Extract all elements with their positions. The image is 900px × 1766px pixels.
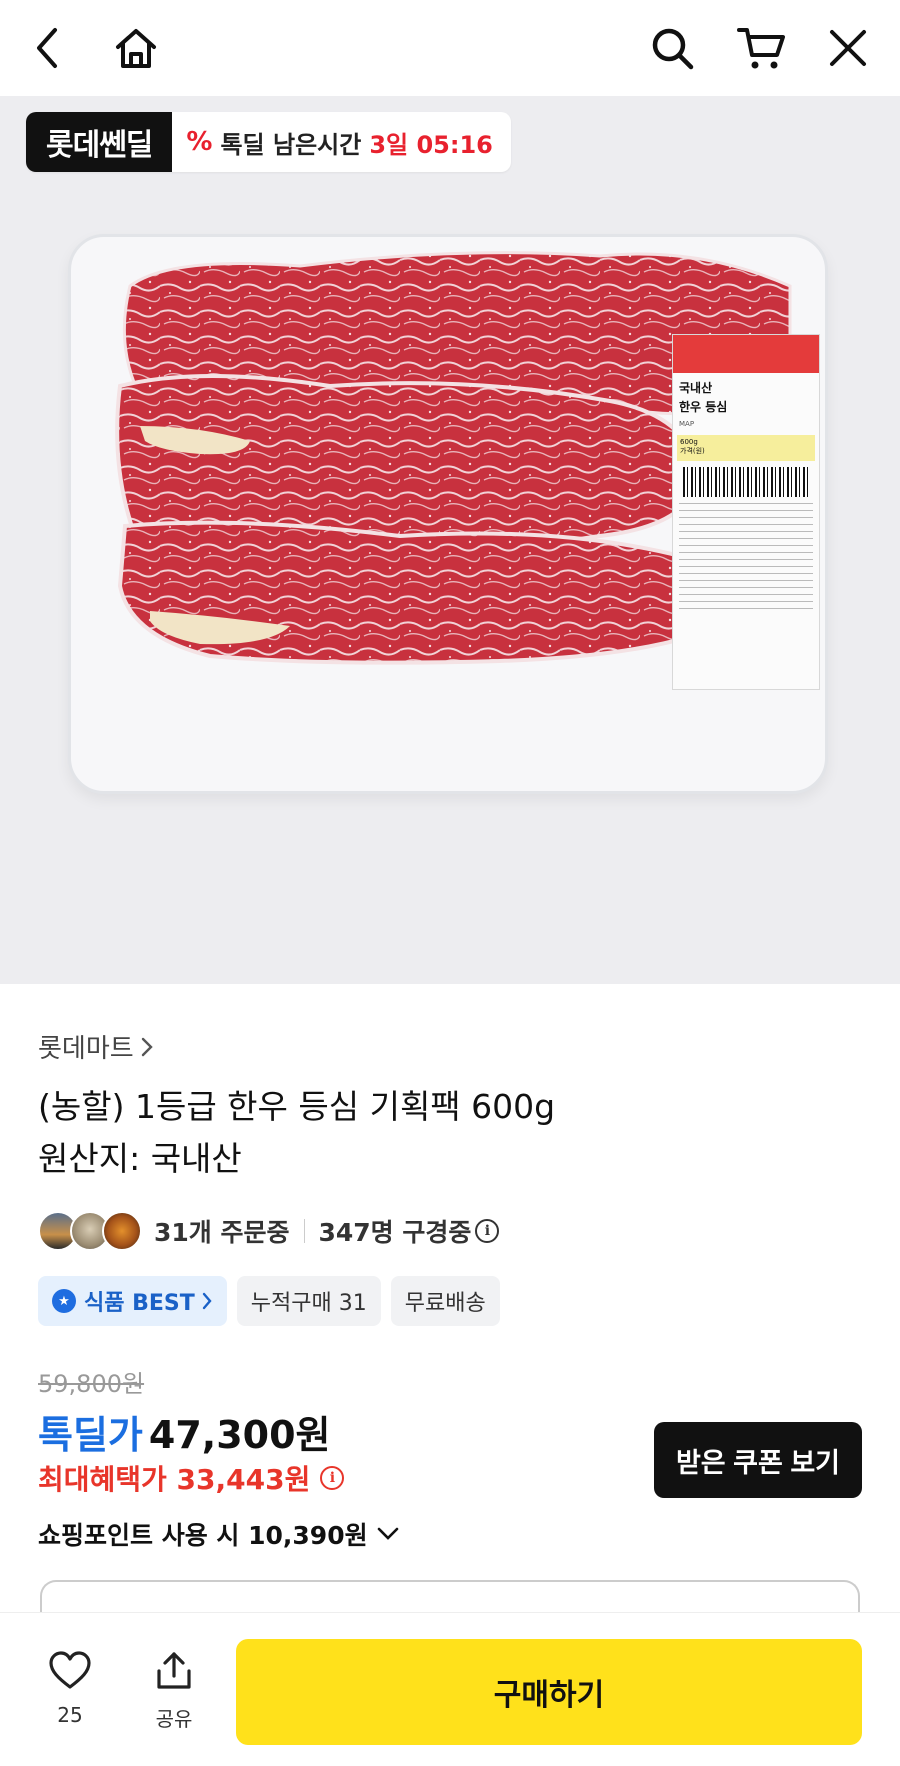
home-button[interactable] [110,22,162,74]
top-nav-bar [0,0,900,96]
product-title: (농할) 1등급 한우 등심 기획팩 600g [38,1087,556,1126]
sticker-price-label: 가격(원) [680,447,705,455]
original-price: 59,800원 [38,1370,145,1398]
buyer-avatars [38,1211,142,1251]
home-icon [116,29,156,68]
deal-price-value: 47,300원 [148,1413,331,1457]
deal-label: 톡딜 남은시간 [220,130,362,159]
avatar [102,1211,142,1251]
origin-line: 원산지: 국내산 [38,1139,242,1178]
cart-button[interactable] [736,22,788,74]
fine-print [679,503,813,613]
badge-icon: ★ [52,1289,76,1313]
food-best-chip[interactable]: ★ 식품 BEST [38,1276,227,1326]
cumulative-purchase-chip: 누적구매 31 [236,1276,381,1326]
chevron-left-icon [37,28,57,68]
search-button[interactable] [646,22,698,74]
share-icon [157,1652,191,1689]
barcode [683,467,809,497]
share-button[interactable]: 공유 [148,1651,200,1732]
deal-countdown: % 톡딜 남은시간 3일 05:16 [172,112,510,172]
close-button[interactable] [822,22,874,74]
shopping-point-dropdown[interactable]: 쇼핑포인트 사용 시 10,390원 [38,1516,400,1552]
shopping-point-text: 쇼핑포인트 사용 시 10,390원 [38,1521,368,1550]
sticker-map: MAP [679,420,695,428]
heart-icon [49,1651,91,1689]
max-benefit-price: 최대혜택가 33,443원 [38,1463,311,1496]
viewers-count: 347명 구경중 [318,1218,472,1247]
cart-icon [737,28,785,69]
deal-price-row: 톡딜가 47,300원 [38,1404,331,1459]
product-sticker-label: 국내산 한우 등심 MAP 600g 가격(원) [672,334,820,690]
like-count: 25 [57,1703,83,1727]
sticker-weight: 600g [680,438,698,446]
bottom-action-bar: 25 공유 구매하기 [0,1612,900,1766]
info-icon[interactable]: i [320,1466,345,1490]
divider [303,1219,305,1243]
badge-chips: ★ 식품 BEST 누적구매 31 무료배송 [38,1276,500,1326]
social-proof: 31개 주문중 347명 구경중 i [38,1210,500,1252]
chevron-down-icon [377,1527,398,1540]
sticker-weight-box: 600g 가격(원) [677,435,815,461]
chevron-right-icon [202,1292,212,1310]
orders-count: 31개 주문중 [154,1218,290,1247]
product-image[interactable]: 국내산 한우 등심 MAP 600g 가격(원) 롯데쎈딜 % 톡딜 남은시간 … [0,96,900,984]
percent-icon: % [186,127,213,157]
deal-logo: 롯데쎈딜 [26,112,173,172]
deal-price-label: 톡딜가 [38,1413,143,1457]
view-coupons-button[interactable]: 받은 쿠폰 보기 [654,1422,862,1498]
like-button[interactable]: 25 [44,1651,96,1727]
chevron-right-icon [141,1037,153,1056]
store-name: 롯데마트 [38,1034,134,1064]
food-best-label: 식품 BEST [84,1291,195,1316]
free-shipping-chip: 무료배송 [390,1276,500,1326]
buy-button[interactable]: 구매하기 [236,1639,862,1745]
info-icon[interactable]: i [475,1219,500,1243]
deal-time: 3일 05:16 [369,130,493,159]
max-benefit-row: 최대혜택가 33,443원 i [38,1458,345,1498]
share-label: 공유 [155,1707,193,1731]
back-button[interactable] [22,22,74,74]
deal-timer-banner: 롯데쎈딜 % 톡딜 남은시간 3일 05:16 [26,112,511,172]
close-icon [830,30,866,66]
sticker-origin: 국내산 [679,381,713,395]
search-icon [652,28,694,70]
sticker-name: 한우 등심 [679,400,728,414]
store-link[interactable]: 롯데마트 [38,1028,154,1065]
